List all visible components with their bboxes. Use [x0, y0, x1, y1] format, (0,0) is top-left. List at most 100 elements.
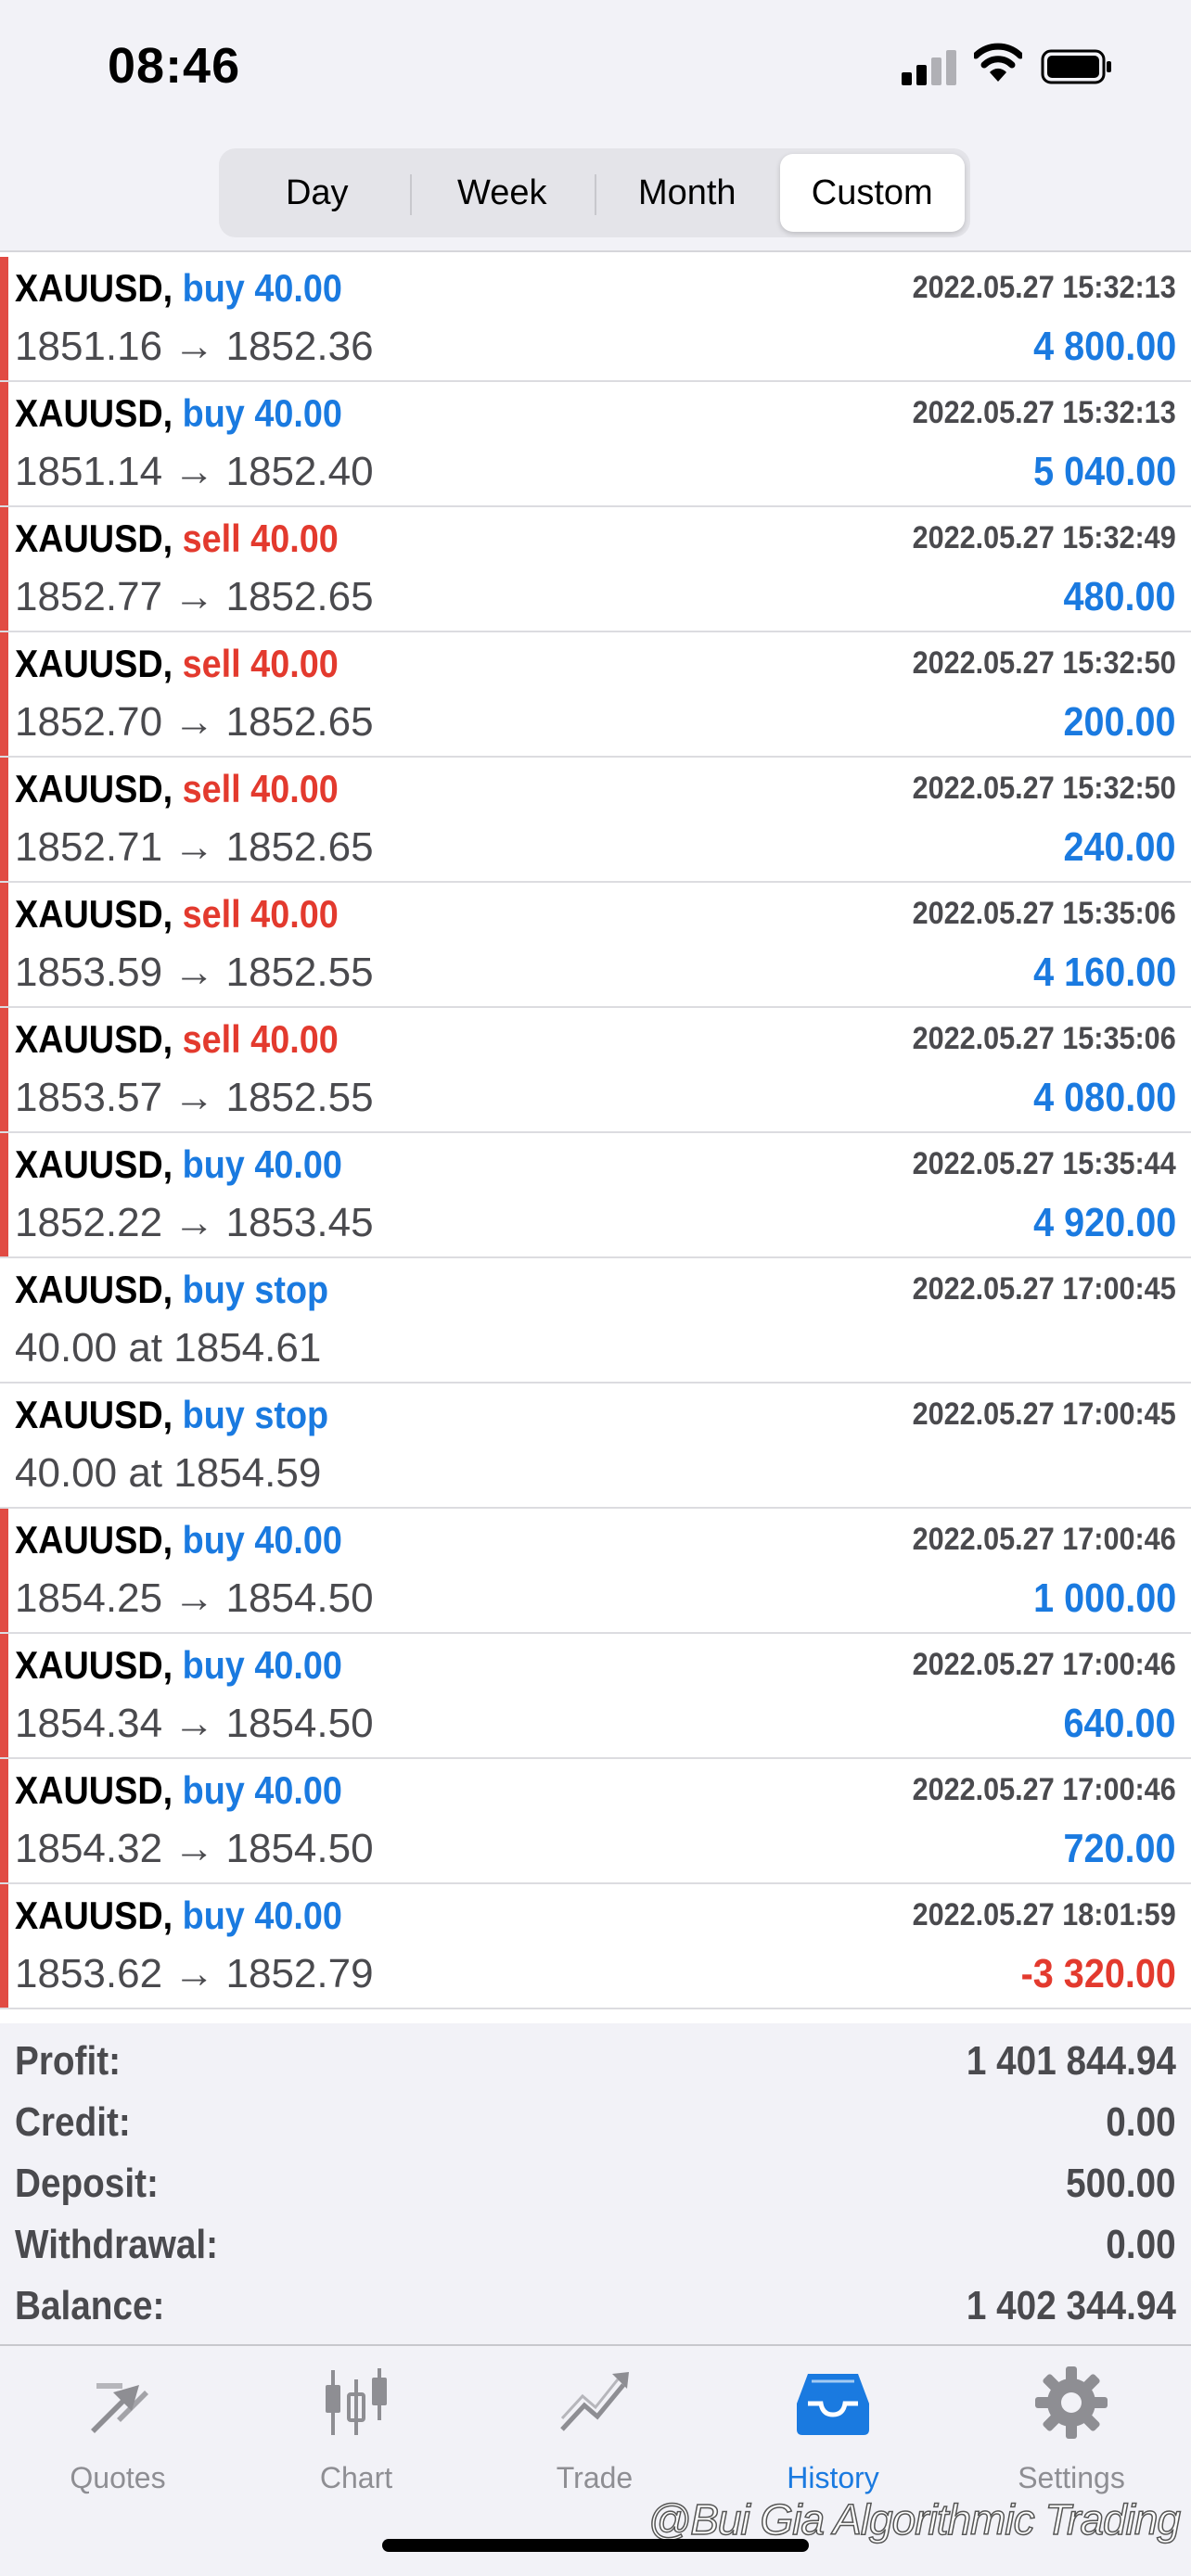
trade-row[interactable]: XAUUSD, buy stop 2022.05.27 17:00:45 40.00…: [0, 1384, 1191, 1509]
trade-symbol: XAUUSD,: [15, 1894, 173, 1937]
trade-symbol-type: XAUUSD, buy 40.00: [15, 266, 342, 311]
trade-type: buy 40.00: [182, 1768, 342, 1812]
trade-row[interactable]: XAUUSD, buy 40.00 2022.05.27 15:32:13 1851…: [0, 257, 1191, 382]
summary-row: Balance: 1 402 344.94: [0, 2276, 1191, 2337]
trade-time: 2022.05.27 17:00:46: [912, 1647, 1176, 1682]
summary-row: Profit: 1 401 844.94: [0, 2031, 1191, 2092]
trade-symbol-type: XAUUSD, buy 40.00: [15, 1643, 342, 1688]
trade-type: sell 40.00: [182, 1017, 339, 1061]
trade-profit: 4 920.00: [1032, 1200, 1176, 1245]
trade-time: 2022.05.27 17:00:46: [912, 1772, 1176, 1807]
trade-prices: 1854.32 → 1854.50: [15, 1826, 374, 1871]
period-week-tab[interactable]: Week: [409, 154, 596, 232]
trade-prices: 1854.25 → 1854.50: [15, 1575, 374, 1621]
trade-symbol-type: XAUUSD, buy stop: [15, 1393, 328, 1437]
trade-type: buy 40.00: [182, 1142, 342, 1186]
summary-row: Credit: 0.00: [0, 2092, 1191, 2153]
candlestick-chart-icon: [326, 2368, 387, 2435]
trade-type: sell 40.00: [182, 642, 339, 685]
trade-prices: 1854.34 → 1854.50: [15, 1701, 374, 1746]
bottom-tab-bar: Quotes Chart Trade History Settings @Bui…: [0, 2344, 1191, 2576]
trade-type: buy 40.00: [182, 391, 342, 435]
trade-time: 2022.05.27 15:32:50: [912, 771, 1176, 806]
tab-settings[interactable]: Settings: [979, 2365, 1164, 2495]
trade-type: buy 40.00: [182, 1894, 342, 1937]
trade-symbol: XAUUSD,: [15, 1142, 173, 1186]
tab-quotes[interactable]: Quotes: [25, 2365, 211, 2495]
trade-symbol-type: XAUUSD, buy 40.00: [15, 1518, 342, 1562]
tab-chart[interactable]: Chart: [263, 2365, 449, 2495]
tab-trade[interactable]: Trade: [502, 2365, 687, 2495]
trade-profit: 720.00: [1063, 1826, 1176, 1871]
trade-symbol: XAUUSD,: [15, 266, 173, 310]
trade-type: sell 40.00: [182, 767, 339, 810]
trade-profit: 4 160.00: [1032, 950, 1176, 995]
trade-symbol: XAUUSD,: [15, 642, 173, 685]
trade-prices: 1852.70 → 1852.65: [15, 699, 374, 745]
trade-profit: 5 040.00: [1032, 449, 1176, 494]
trade-type: buy stop: [182, 1268, 329, 1311]
tab-chart-label: Chart: [319, 2461, 393, 2494]
wifi-icon: [974, 43, 1022, 82]
trade-symbol: XAUUSD,: [15, 1643, 173, 1687]
trade-type: buy 40.00: [182, 266, 342, 310]
summary-value: 500.00: [1066, 2161, 1176, 2206]
trade-symbol: XAUUSD,: [15, 516, 173, 560]
trade-type: buy 40.00: [182, 1643, 342, 1687]
trade-row[interactable]: XAUUSD, sell 40.00 2022.05.27 15:32:50 185…: [0, 758, 1191, 883]
status-bar: 08:46: [0, 0, 1191, 130]
account-summary: Profit: 1 401 844.94 Credit: 0.00 Deposit: 50…: [0, 2023, 1191, 2344]
trade-symbol-type: XAUUSD, buy stop: [15, 1268, 328, 1312]
trade-row[interactable]: XAUUSD, buy 40.00 2022.05.27 17:00:46 1854…: [0, 1759, 1191, 1884]
summary-label: Balance:: [15, 2283, 165, 2328]
trade-symbol: XAUUSD,: [15, 1393, 173, 1436]
trade-symbol: XAUUSD,: [15, 767, 173, 810]
trade-profit: 640.00: [1063, 1701, 1176, 1746]
summary-label: Withdrawal:: [15, 2222, 219, 2267]
trade-row[interactable]: XAUUSD, buy 40.00 2022.05.27 17:00:46 1854…: [0, 1509, 1191, 1634]
trade-row[interactable]: XAUUSD, sell 40.00 2022.05.27 15:32:50 185…: [0, 632, 1191, 758]
gear-icon: [1035, 2366, 1108, 2439]
trade-profit: 4 800.00: [1032, 324, 1176, 369]
period-selector: Day Week Month Custom: [219, 148, 970, 237]
period-day-tab[interactable]: Day: [224, 154, 410, 232]
period-month-tab[interactable]: Month: [595, 154, 780, 232]
trade-row[interactable]: XAUUSD, buy 40.00 2022.05.27 18:01:59 1853…: [0, 1884, 1191, 2009]
period-custom-tab[interactable]: Custom: [779, 154, 965, 232]
trade-time: 2022.05.27 15:32:50: [912, 645, 1176, 681]
trade-symbol: XAUUSD,: [15, 391, 173, 435]
trade-prices: 40.00 at 1854.61: [15, 1325, 322, 1371]
trade-row[interactable]: XAUUSD, sell 40.00 2022.05.27 15:32:49 185…: [0, 507, 1191, 632]
status-time: 08:46: [108, 38, 241, 94]
trade-time: 2022.05.27 17:00:45: [912, 1396, 1176, 1432]
summary-label: Deposit:: [15, 2161, 159, 2206]
trade-time: 2022.05.27 15:35:06: [912, 1021, 1176, 1056]
trade-symbol-type: XAUUSD, buy 40.00: [15, 391, 342, 436]
trade-row[interactable]: XAUUSD, buy 40.00 2022.05.27 15:32:13 1851…: [0, 382, 1191, 507]
trade-trend-icon: [560, 2372, 629, 2431]
trade-time: 2022.05.27 17:00:45: [912, 1271, 1176, 1307]
trade-prices: 1852.71 → 1852.65: [15, 824, 374, 870]
tab-history[interactable]: History: [740, 2365, 926, 2495]
trade-prices: 1853.62 → 1852.79: [15, 1951, 374, 1996]
trade-symbol: XAUUSD,: [15, 1017, 173, 1061]
trade-row[interactable]: XAUUSD, sell 40.00 2022.05.27 15:35:06 185…: [0, 883, 1191, 1008]
trade-symbol-type: XAUUSD, sell 40.00: [15, 1017, 339, 1062]
trade-row[interactable]: XAUUSD, sell 40.00 2022.05.27 15:35:06 185…: [0, 1008, 1191, 1133]
battery-icon: [1041, 49, 1111, 84]
quotes-arrows-icon: [91, 2383, 148, 2433]
tab-history-label: History: [787, 2461, 879, 2494]
trade-profit: -3 320.00: [1020, 1951, 1176, 1996]
summary-value: 1 402 344.94: [966, 2283, 1176, 2328]
trade-row[interactable]: XAUUSD, buy 40.00 2022.05.27 17:00:46 1854…: [0, 1634, 1191, 1759]
summary-label: Credit:: [15, 2099, 131, 2145]
trade-prices: 1853.59 → 1852.55: [15, 950, 374, 995]
trade-row[interactable]: XAUUSD, buy 40.00 2022.05.27 15:35:44 1852…: [0, 1133, 1191, 1258]
trade-prices: 40.00 at 1854.59: [15, 1450, 322, 1496]
trade-symbol-type: XAUUSD, sell 40.00: [15, 767, 339, 811]
trade-row[interactable]: XAUUSD, buy stop 2022.05.27 17:00:45 40.00…: [0, 1258, 1191, 1384]
trade-symbol-type: XAUUSD, sell 40.00: [15, 516, 339, 561]
trade-type: sell 40.00: [182, 516, 339, 560]
trade-type: sell 40.00: [182, 892, 339, 936]
trade-symbol: XAUUSD,: [15, 1268, 173, 1311]
